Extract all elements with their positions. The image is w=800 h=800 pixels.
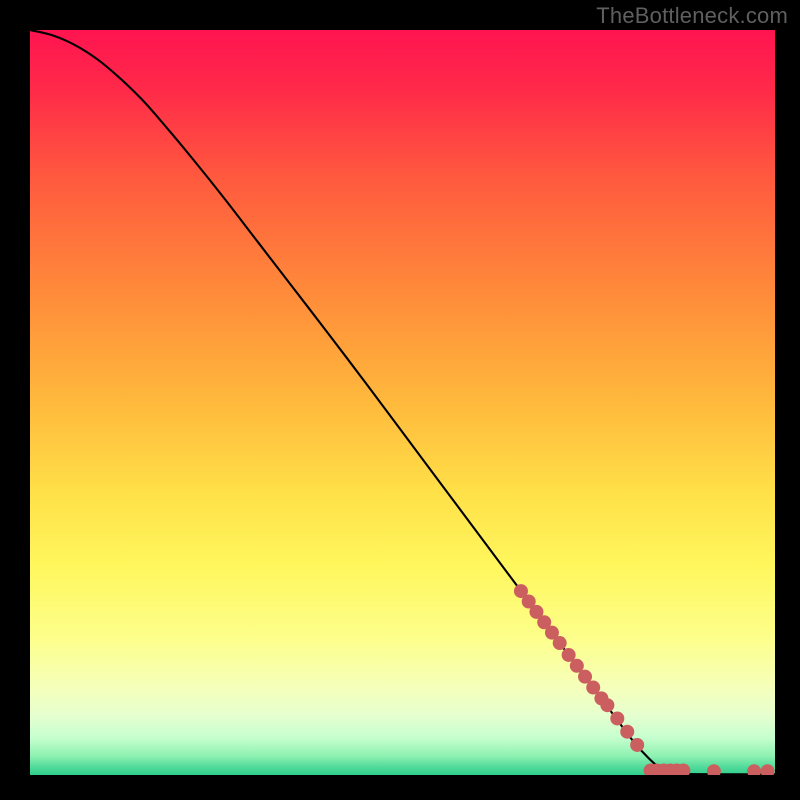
data-dot: [553, 636, 567, 650]
data-dot: [630, 738, 644, 752]
data-dot: [600, 698, 614, 712]
data-dot: [610, 711, 624, 725]
chart-svg: [30, 30, 775, 775]
chart-frame: TheBottleneck.com: [0, 0, 800, 800]
watermark-text: TheBottleneck.com: [596, 3, 788, 29]
plot-area: [30, 30, 775, 775]
data-dot: [620, 725, 634, 739]
gradient-background: [30, 30, 775, 775]
